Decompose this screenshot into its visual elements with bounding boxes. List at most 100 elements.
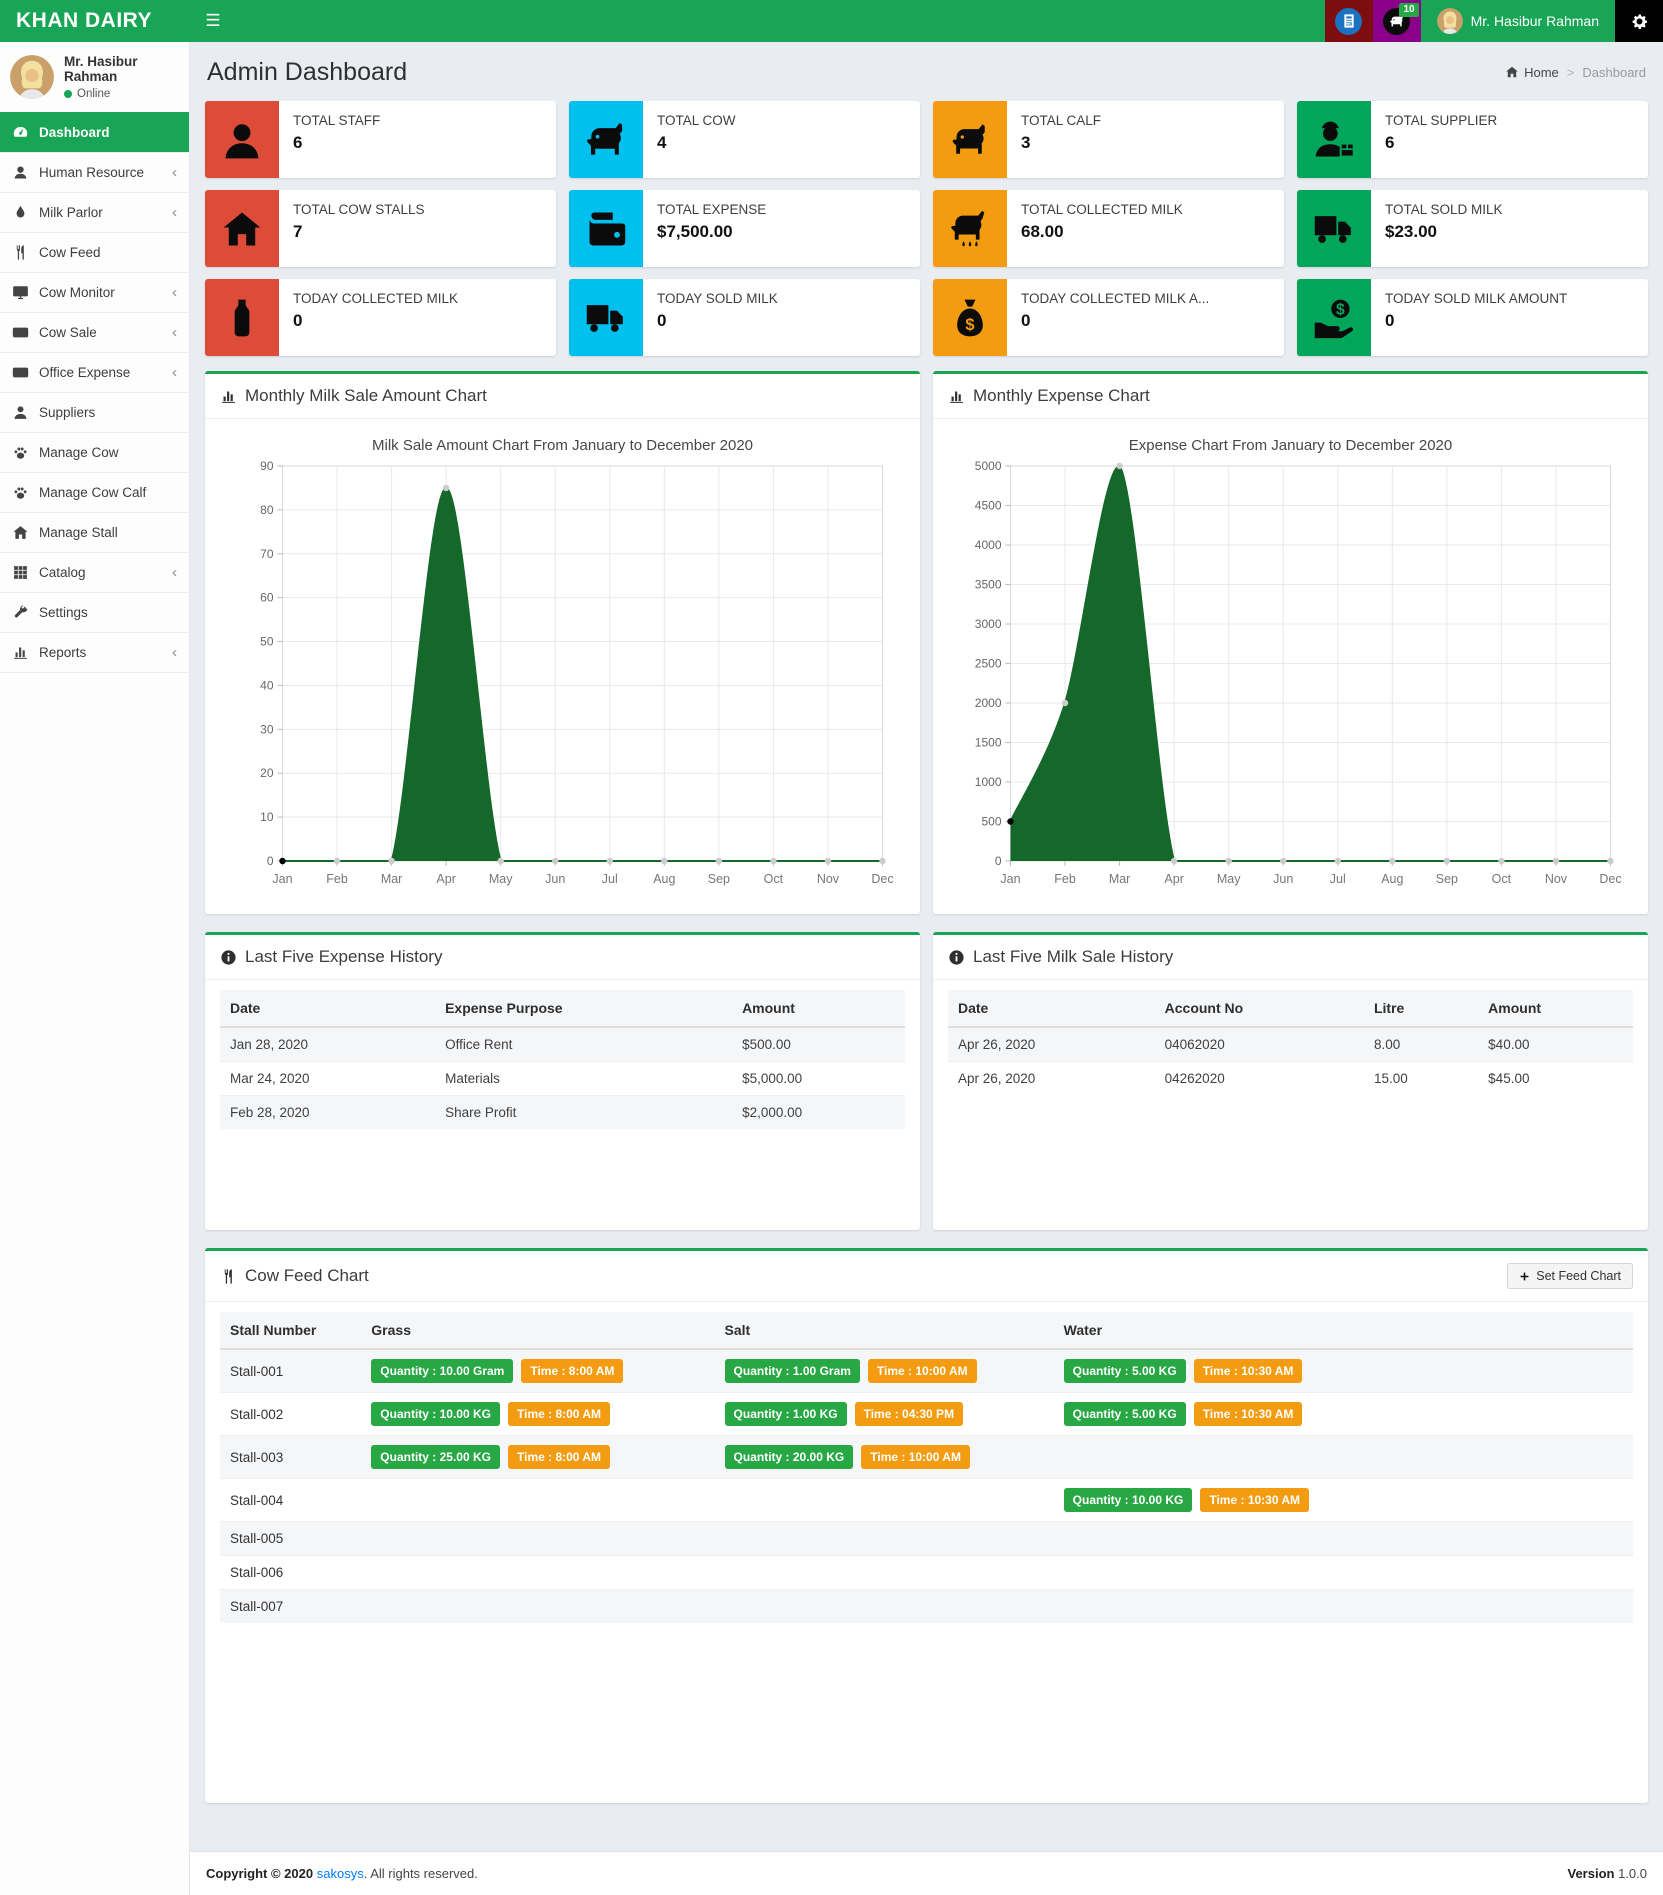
expense-chart-title: Expense Chart From January to December 2… — [948, 437, 1633, 454]
staff-icon — [205, 101, 279, 178]
breadcrumb-separator: > — [1567, 65, 1575, 80]
chevron-left-icon: ‹ — [172, 205, 177, 220]
quantity-badge: Quantity : 10.00 Gram — [371, 1359, 513, 1383]
stat-card-value: $23.00 — [1385, 222, 1503, 242]
breadcrumb: Home > Dashboard — [1505, 65, 1646, 80]
hamburger-icon[interactable]: ☰ — [190, 0, 236, 42]
chevron-left-icon: ‹ — [172, 285, 177, 300]
svg-text:Aug: Aug — [1381, 872, 1403, 886]
sidebar-item-cow-feed[interactable]: Cow Feed — [0, 232, 189, 272]
sidebar-item-label: Suppliers — [39, 405, 95, 420]
svg-text:0: 0 — [267, 854, 274, 868]
milk-chart-card-title: Monthly Milk Sale Amount Chart — [245, 386, 487, 406]
page-title: Admin Dashboard — [207, 58, 407, 87]
breadcrumb-home-link[interactable]: Home — [1505, 65, 1559, 80]
water-cell: Quantity : 5.00 KGTime : 10:30 AM — [1054, 1349, 1633, 1393]
table-row: Feb 28, 2020Share Profit$2,000.00 — [220, 1096, 905, 1130]
svg-text:May: May — [1217, 872, 1241, 886]
settings-gear-button[interactable] — [1615, 0, 1663, 42]
column-header: Expense Purpose — [435, 990, 732, 1027]
utensils-icon — [12, 244, 29, 261]
stat-card-label: TOTAL COW STALLS — [293, 202, 425, 217]
sidebar-user-name: Mr. Hasibur Rahman — [64, 54, 179, 84]
time-badge: Time : 04:30 PM — [855, 1402, 963, 1426]
milk-parlor-shortcut[interactable] — [1325, 0, 1373, 42]
cow-count-badge: 10 — [1399, 3, 1418, 17]
stat-card-label: TODAY COLLECTED MILK A... — [1021, 291, 1209, 306]
sidebar-item-manage-stall[interactable]: Manage Stall — [0, 512, 189, 552]
svg-text:2000: 2000 — [975, 696, 1002, 710]
feed-table-row: Stall-005 — [220, 1522, 1633, 1556]
stall-number: Stall-004 — [220, 1479, 361, 1522]
sidebar-item-dashboard[interactable]: Dashboard — [0, 112, 189, 152]
salt-cell — [715, 1479, 1054, 1522]
column-header: Water — [1054, 1312, 1633, 1349]
sidebar-item-label: Manage Cow — [39, 445, 119, 460]
table-cell: $40.00 — [1478, 1027, 1633, 1062]
wallet-icon — [569, 190, 643, 267]
droplet-icon — [12, 204, 29, 221]
salt-cell: Quantity : 1.00 KGTime : 04:30 PM — [715, 1393, 1054, 1436]
expense-area-chart: 0500100015002000250030003500400045005000… — [948, 456, 1633, 896]
gear-icon — [1630, 12, 1649, 31]
table-cell: 04262020 — [1155, 1062, 1364, 1096]
svg-text:Mar: Mar — [381, 872, 403, 886]
stall-number: Stall-007 — [220, 1590, 361, 1624]
sidebar-user-panel: Mr. Hasibur Rahman Online — [0, 42, 189, 112]
paw-icon — [12, 484, 29, 501]
set-feed-chart-button[interactable]: Set Feed Chart — [1507, 1263, 1633, 1289]
brand-logo[interactable]: KHAN DAIRY — [0, 0, 190, 42]
sidebar-item-label: Manage Cow Calf — [39, 485, 146, 500]
svg-text:4500: 4500 — [975, 499, 1002, 513]
sakosys-link[interactable]: sakosys — [317, 1866, 364, 1881]
table-cell: $2,000.00 — [732, 1096, 905, 1130]
sidebar-item-settings[interactable]: Settings — [0, 592, 189, 632]
calculator-icon — [1335, 8, 1362, 35]
svg-text:20: 20 — [260, 766, 274, 780]
stat-card-value: 7 — [293, 222, 425, 242]
sidebar-item-suppliers[interactable]: Suppliers — [0, 392, 189, 432]
sidebar-item-manage-cow[interactable]: Manage Cow — [0, 432, 189, 472]
sidebar-item-manage-cow-calf[interactable]: Manage Cow Calf — [0, 472, 189, 512]
cow-shortcut[interactable]: 10 — [1373, 0, 1421, 42]
stall-number: Stall-001 — [220, 1349, 361, 1393]
sidebar-item-reports[interactable]: Reports‹ — [0, 632, 189, 673]
user-menu[interactable]: Mr. Hasibur Rahman — [1421, 0, 1615, 42]
svg-text:Jul: Jul — [602, 872, 618, 886]
salt-cell — [715, 1522, 1054, 1556]
stat-card-value: 6 — [1385, 133, 1497, 153]
milk-sale-area-chart: 0102030405060708090JanFebMarAprMayJunJul… — [220, 456, 905, 896]
sidebar-item-office-expense[interactable]: Office Expense‹ — [0, 352, 189, 392]
sidebar-item-label: Settings — [39, 605, 88, 620]
stat-card: TOTAL SOLD MILK$23.00 — [1297, 190, 1648, 267]
cow-icon — [569, 101, 643, 178]
svg-text:3500: 3500 — [975, 578, 1002, 592]
sidebar-item-cow-monitor[interactable]: Cow Monitor‹ — [0, 272, 189, 312]
feed-table-row: Stall-006 — [220, 1556, 1633, 1590]
version-text: Version 1.0.0 — [1567, 1866, 1647, 1881]
milking-icon — [933, 190, 1007, 267]
milk-chart-title: Milk Sale Amount Chart From January to D… — [220, 437, 905, 454]
stat-cards-grid: TOTAL STAFF6TOTAL COW4TOTAL CALF3TOTAL S… — [205, 101, 1648, 356]
svg-text:4000: 4000 — [975, 538, 1002, 552]
sidebar-item-label: Catalog — [39, 565, 86, 580]
svg-text:50: 50 — [260, 635, 274, 649]
sidebar-item-milk-parlor[interactable]: Milk Parlor‹ — [0, 192, 189, 232]
milk-sale-chart-card: Monthly Milk Sale Amount Chart Milk Sale… — [205, 371, 920, 914]
sidebar-item-human-resource[interactable]: Human Resource‹ — [0, 152, 189, 192]
svg-text:Nov: Nov — [1545, 872, 1568, 886]
table-row: Jan 28, 2020Office Rent$500.00 — [220, 1027, 905, 1062]
sidebar-item-catalog[interactable]: Catalog‹ — [0, 552, 189, 592]
stat-card-label: TOTAL CALF — [1021, 113, 1101, 128]
cow-feed-table: Stall NumberGrassSaltWater Stall-001Quan… — [220, 1312, 1633, 1623]
sidebar-item-cow-sale[interactable]: Cow Sale‹ — [0, 312, 189, 352]
time-badge: Time : 8:00 AM — [508, 1445, 610, 1469]
water-cell — [1054, 1590, 1633, 1624]
stat-card: TOTAL COLLECTED MILK68.00 — [933, 190, 1284, 267]
grass-cell — [361, 1479, 714, 1522]
stat-card: TODAY COLLECTED MILK0 — [205, 279, 556, 356]
svg-text:Apr: Apr — [1164, 872, 1183, 886]
column-header: Account No — [1155, 990, 1364, 1027]
stat-card-value: $7,500.00 — [657, 222, 766, 242]
home-icon — [12, 524, 29, 541]
